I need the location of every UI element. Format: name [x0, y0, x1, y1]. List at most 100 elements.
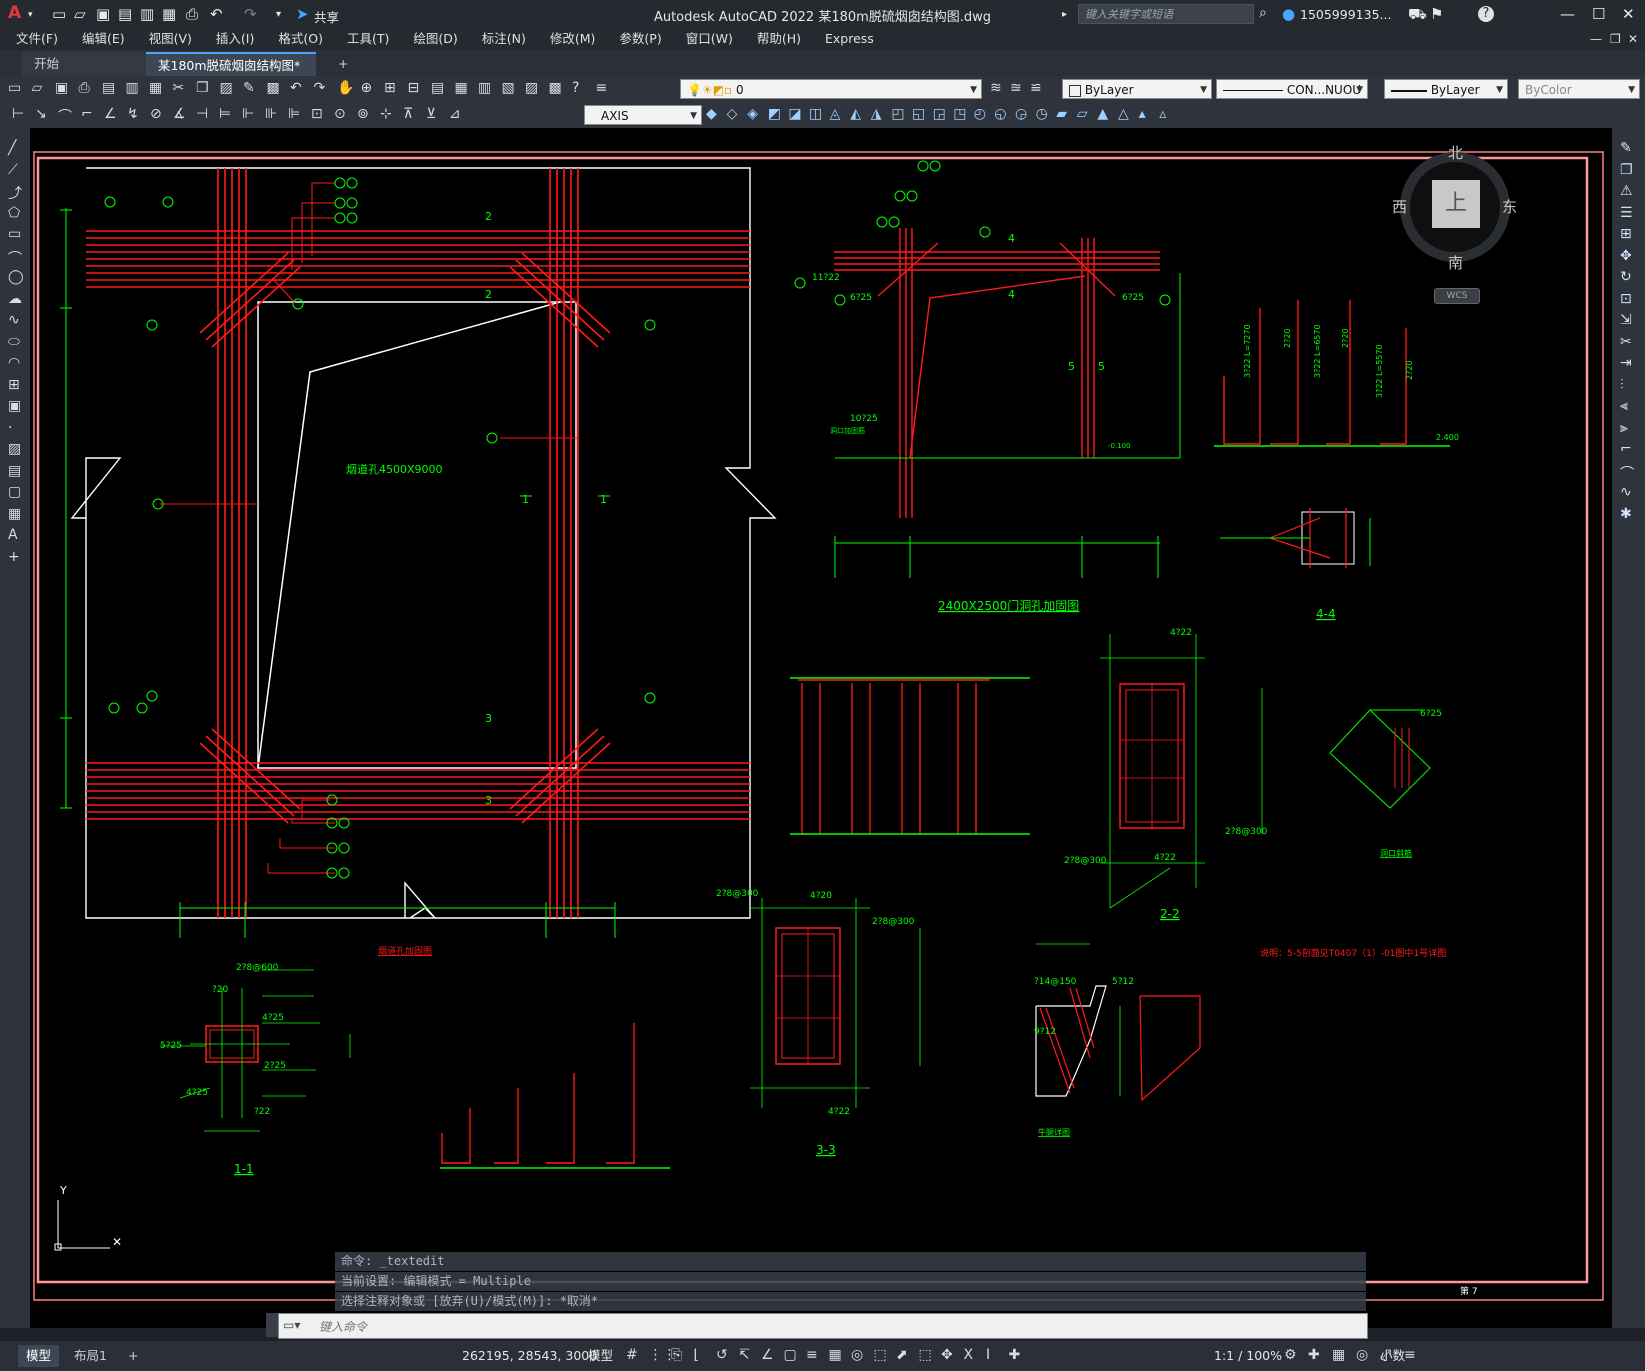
match-prop-icon[interactable]: ✎ — [243, 80, 255, 96]
selection-cycling-icon[interactable]: ◎ — [851, 1347, 863, 1363]
menu-edit[interactable]: 编辑(E) — [70, 28, 137, 50]
ortho-icon[interactable]: ⌊ — [694, 1347, 699, 1363]
polar-icon[interactable]: ↺ — [716, 1347, 728, 1363]
help-icon[interactable]: ? — [572, 80, 579, 96]
paste-icon[interactable]: ▨ — [220, 80, 233, 96]
trim-icon[interactable]: ✂ — [1620, 334, 1632, 350]
lineweight-dropdown[interactable]: ByLayer ▼ — [1384, 79, 1508, 99]
selection-filter-icon[interactable]: ⬚ — [919, 1347, 932, 1363]
block-editor-icon[interactable]: ▩ — [267, 80, 280, 96]
break-dim-icon[interactable]: ⊫ — [288, 106, 300, 122]
tab-new[interactable]: + — [326, 52, 360, 76]
object-snap-icon[interactable]: ▢ — [784, 1347, 797, 1363]
tab-document[interactable]: 某180m脱硫烟囱结构图* — [146, 52, 316, 76]
construction-line-icon[interactable]: ⟋ — [8, 162, 18, 178]
lineweight-icon[interactable]: ≡ — [806, 1347, 818, 1363]
chamfer-icon[interactable]: ◴ — [974, 106, 986, 122]
fillet-icon[interactable]: ⌒ — [1620, 463, 1634, 483]
explode-icon[interactable]: ◶ — [1015, 106, 1027, 122]
redo-icon[interactable]: ↷ — [244, 5, 257, 23]
line-icon[interactable]: ╱ — [8, 140, 16, 156]
dynamic-ucs-icon[interactable]: ⬈ — [896, 1347, 908, 1363]
region-icon[interactable]: ▢ — [8, 484, 21, 500]
rotate-icon[interactable]: ◪ — [788, 106, 801, 122]
dim-update-icon[interactable]: ⊿ — [449, 106, 461, 122]
arc-icon[interactable]: ⌒ — [8, 248, 22, 268]
ordinate-dim-icon[interactable]: ⌐ — [81, 106, 93, 122]
insert-block-icon[interactable]: ⊞ — [8, 377, 20, 393]
maximize-icon[interactable]: ☐ — [1592, 5, 1605, 23]
copy-obj-icon[interactable]: ◈ — [747, 106, 758, 122]
center-mark-icon[interactable]: ⊙ — [334, 106, 346, 122]
menu-window[interactable]: 窗口(W) — [674, 28, 745, 50]
multiline-text-icon[interactable]: A — [8, 527, 18, 543]
erase-icon[interactable]: ◷ — [1036, 106, 1048, 122]
isodraft-icon[interactable]: ↸ — [739, 1347, 751, 1363]
edit-poly-icon[interactable]: ▱ — [1077, 106, 1088, 122]
sheet-set-icon[interactable]: ▧ — [502, 80, 515, 96]
menu-view[interactable]: 视图(V) — [137, 28, 204, 50]
units[interactable]: 小数 — [1372, 1345, 1413, 1367]
rotate-icon[interactable]: ↻ — [1620, 269, 1632, 285]
polyline-icon[interactable]: ⤴ — [8, 183, 22, 203]
table-icon[interactable]: ▦ — [8, 506, 21, 522]
stretch-icon[interactable]: ⇲ — [1620, 312, 1632, 328]
layer-properties-icon[interactable]: ≡ — [596, 80, 608, 96]
make-block-icon[interactable]: ▣ — [8, 398, 21, 414]
gizmo-icon[interactable]: ✥ — [941, 1347, 953, 1363]
circle-icon[interactable]: ◯ — [8, 269, 24, 285]
undo-icon[interactable]: ↶ — [290, 80, 302, 96]
array-icon[interactable]: ⊞ — [1620, 226, 1632, 242]
subtract-icon[interactable]: ▴ — [1139, 106, 1146, 122]
doc-close-icon[interactable]: ✕ — [1628, 28, 1638, 50]
rectangle-icon[interactable]: ▭ — [8, 226, 21, 242]
menu-file[interactable]: 文件(F) — [0, 28, 70, 50]
layer-state-icon[interactable]: ≌ — [1030, 80, 1042, 96]
annotation-scale[interactable]: 1:1 / 100% — [1206, 1345, 1290, 1367]
aligned-dim-icon[interactable]: ↘ — [35, 106, 47, 122]
offset-icon[interactable]: ◭ — [850, 106, 861, 122]
break-icon[interactable]: ⫷ — [1620, 398, 1628, 414]
cut-icon[interactable]: ✂ — [173, 80, 185, 96]
dim-text-edit-icon[interactable]: ⊻ — [426, 106, 436, 122]
search-input[interactable]: 键入关键字或短语 — [1078, 4, 1254, 24]
viewcube-south[interactable]: 南 — [1448, 252, 1463, 273]
command-input[interactable]: ▭▾ 键入命令 — [278, 1313, 1368, 1339]
menu-modify[interactable]: 修改(M) — [538, 28, 608, 50]
command-grip[interactable] — [266, 1313, 278, 1337]
menu-dimension[interactable]: 标注(N) — [470, 28, 538, 50]
color-dropdown[interactable]: ByLayer ▼ — [1062, 79, 1212, 99]
new-icon[interactable]: ▭ — [8, 80, 21, 96]
plotstyle-dropdown[interactable]: ByColor ▼ — [1518, 79, 1640, 99]
copy-icon[interactable]: ❐ — [1620, 162, 1633, 178]
point-icon[interactable]: · — [8, 420, 12, 436]
menu-format[interactable]: 格式(O) — [266, 28, 335, 50]
quick-dim-icon[interactable]: ⊣ — [196, 106, 208, 122]
tolerance-icon[interactable]: ⊡ — [311, 106, 323, 122]
spline-icon[interactable]: ∿ — [8, 312, 20, 328]
extend-icon[interactable]: ⇥ — [1620, 355, 1632, 371]
tool-palettes-icon[interactable]: ▥ — [478, 80, 491, 96]
break-at-point-icon[interactable]: ⫶ — [1620, 377, 1624, 393]
open-web-icon[interactable]: ▥ — [140, 5, 154, 23]
layer-dropdown[interactable]: 💡☀◩▫ 0 ▼ — [680, 79, 982, 99]
auto-scale-icon[interactable]: Ⅰ — [986, 1347, 990, 1363]
object-snap-tracking-icon[interactable]: ∠ — [761, 1347, 774, 1363]
tab-layout1[interactable]: 布局1 — [66, 1345, 115, 1367]
menu-help[interactable]: 帮助(H) — [745, 28, 813, 50]
array-icon[interactable]: ◮ — [871, 106, 882, 122]
zoom-previous-icon[interactable]: ⊟ — [408, 80, 420, 96]
menu-insert[interactable]: 插入(I) — [204, 28, 266, 50]
search-expand-icon[interactable]: ▸ — [1062, 9, 1067, 20]
scale-icon[interactable]: ⊡ — [1620, 291, 1632, 307]
gradient-icon[interactable]: ▤ — [8, 463, 21, 479]
drawing-canvas[interactable]: 2 2 3 3 1 1 烟道孔4500X9000 烟道孔加固图 11?22 6?25 6?2… — [30, 128, 1612, 1328]
properties-icon[interactable]: ▤ — [431, 80, 444, 96]
plot-icon[interactable]: ⎙ — [186, 5, 198, 23]
publish-icon[interactable]: ▥ — [126, 80, 139, 96]
autodesk-apps-icon[interactable]: ⚑ — [1430, 5, 1443, 23]
zoom-window-icon[interactable]: ⊞ — [384, 80, 396, 96]
copy-icon[interactable]: ❐ — [196, 80, 209, 96]
layer-match-icon[interactable]: ≋ — [990, 80, 1002, 96]
3d-osnap-icon[interactable]: ⬚ — [874, 1347, 887, 1363]
